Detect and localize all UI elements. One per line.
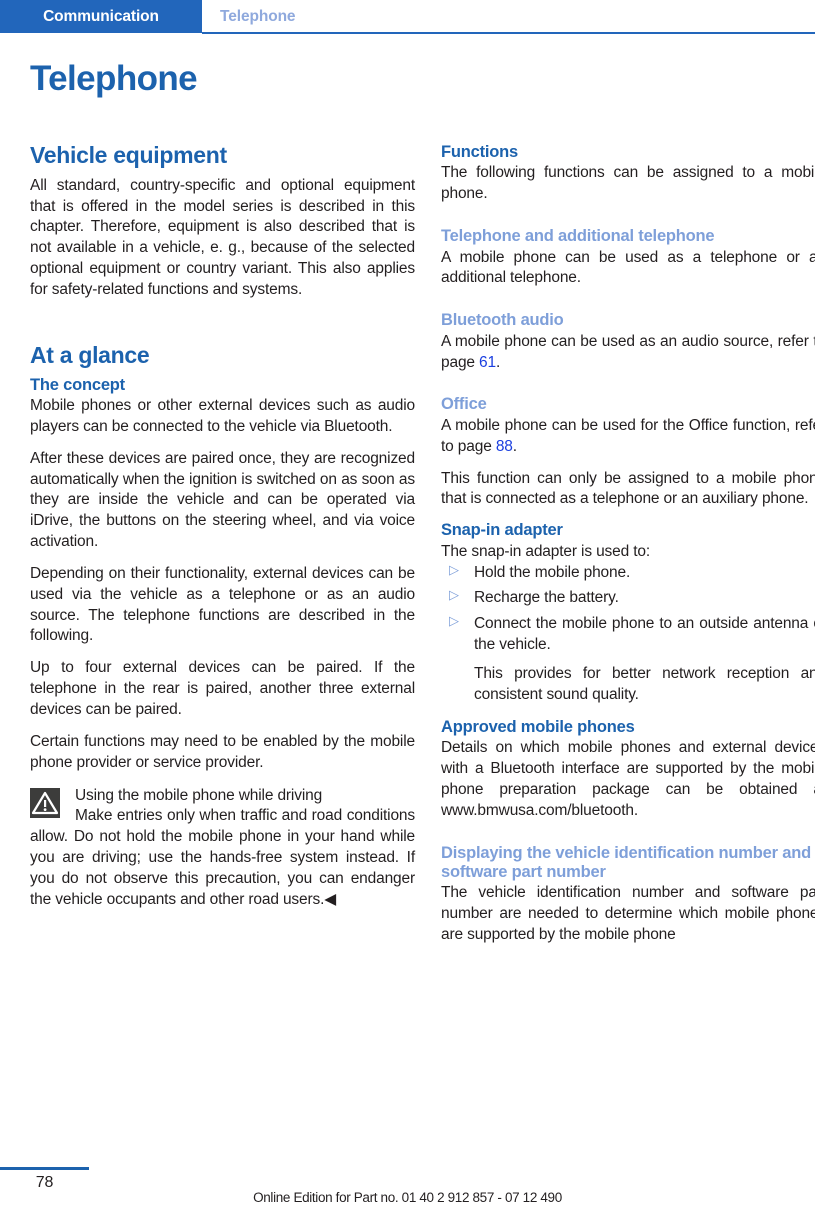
subheading-displaying-vin: Displaying the vehicle identification nu… bbox=[441, 843, 811, 881]
header-section-label: Telephone bbox=[220, 8, 296, 25]
subheading-telephone-and-additional-telephone: Telephone and additional telephone bbox=[441, 227, 715, 246]
triangle-bullet-icon bbox=[444, 563, 459, 577]
right-column: Functions The following functions can be… bbox=[441, 143, 815, 957]
paragraph-office-text-after: . bbox=[512, 437, 517, 455]
paragraph-bluetooth-audio-text-after: . bbox=[496, 353, 501, 371]
subsection-spacer bbox=[441, 833, 815, 844]
paragraph-vehicle-equipment: All standard, country-specific and optio… bbox=[30, 176, 415, 298]
list-item-label: Recharge the battery. bbox=[474, 589, 619, 607]
subheading-approved-mobile-phones: Approved mobile phones bbox=[441, 717, 635, 736]
section-heading-vehicle-equipment: Vehicle equipment bbox=[30, 142, 227, 168]
list-item-label: Hold the mobile phone. bbox=[474, 563, 631, 581]
paragraph-concept-2: After these devices are paired once, the… bbox=[30, 449, 415, 551]
snap-in-adapter-list: Hold the mobile phone. Recharge the batt… bbox=[441, 563, 815, 656]
subheading-the-concept: The concept bbox=[30, 375, 125, 394]
paragraph-concept-4: Up to four external devices can be paire… bbox=[30, 659, 415, 718]
paragraph-concept-1: Mobile phones or other external devices … bbox=[30, 397, 415, 435]
paragraph-functions-intro: The following functions can be assigned … bbox=[441, 164, 815, 203]
paragraph-approved-mobile-phones: Details on which mobile phones and exter… bbox=[441, 739, 815, 819]
paragraph-telephone-additional: A mobile phone can be used as a telephon… bbox=[441, 248, 815, 287]
paragraph-bluetooth-audio: A mobile phone can be used as an audio s… bbox=[441, 332, 815, 374]
left-column: Vehicle equipment All standard, country-… bbox=[30, 142, 415, 911]
footer-edition-note: Online Edition for Part no. 01 40 2 912 … bbox=[253, 1190, 562, 1205]
subheading-functions: Functions bbox=[441, 143, 519, 161]
warning-body: Make entries only when traffic and road … bbox=[30, 806, 415, 910]
paragraph-office-extra: This function can only be assigned to a … bbox=[441, 469, 815, 508]
snap-in-adapter-note: This provides for better network recepti… bbox=[474, 665, 815, 703]
page-running-header: Communication Telephone bbox=[0, 0, 815, 34]
paragraph-snap-in-intro: The snap-in adapter is used to: bbox=[441, 542, 651, 560]
triangle-bullet-icon bbox=[444, 614, 459, 628]
header-chapter-label: Communication bbox=[0, 0, 202, 33]
subsection-spacer bbox=[441, 216, 815, 227]
page-reference-61[interactable]: 61 bbox=[479, 354, 496, 371]
list-item-label: Connect the mobile phone to an outside a… bbox=[474, 615, 815, 654]
subsection-spacer bbox=[441, 384, 815, 395]
section-heading-at-a-glance: At a glance bbox=[30, 341, 150, 368]
warning-body-text: Make entries only when traffic and road … bbox=[30, 807, 415, 908]
subheading-office: Office bbox=[441, 395, 487, 414]
page-title: Telephone bbox=[30, 59, 198, 98]
list-item: Recharge the battery. bbox=[441, 588, 815, 609]
warning-end-mark: ◀ bbox=[324, 890, 337, 908]
footer-rule bbox=[0, 1167, 89, 1170]
page-reference-88[interactable]: 88 bbox=[496, 438, 513, 455]
subsection-spacer bbox=[441, 300, 815, 311]
list-item: Hold the mobile phone. bbox=[441, 563, 815, 584]
paragraph-office: A mobile phone can be used for the Offic… bbox=[441, 416, 815, 458]
warning-triangle-icon bbox=[30, 787, 60, 818]
subheading-bluetooth-audio: Bluetooth audio bbox=[441, 311, 564, 330]
subheading-snap-in-adapter: Snap-in adapter bbox=[441, 521, 563, 540]
paragraph-displaying-vin: The vehicle identification number and so… bbox=[441, 884, 815, 944]
paragraph-concept-5: Certain functions may need to be enabled… bbox=[30, 732, 415, 771]
header-rule bbox=[202, 32, 815, 34]
warning-title: Using the mobile phone while driving bbox=[75, 786, 323, 804]
list-item: Connect the mobile phone to an outside a… bbox=[441, 614, 815, 656]
paragraph-concept-3: Depending on their functionality, extern… bbox=[30, 564, 415, 645]
warning-note: Using the mobile phone while driving Mak… bbox=[30, 786, 415, 911]
triangle-bullet-icon bbox=[444, 588, 459, 602]
